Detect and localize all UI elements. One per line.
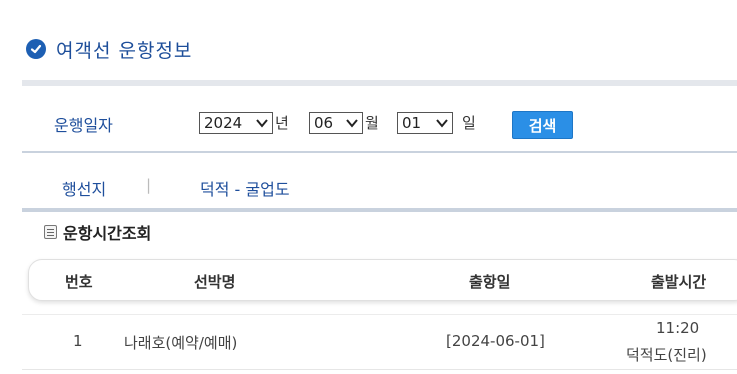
cell-ship[interactable]: 나래호(예약/예매)	[124, 332, 237, 353]
table-header: 번호 선박명 출항일 출발시간	[28, 259, 737, 301]
year-select[interactable]: 2024	[199, 112, 273, 134]
check-circle-icon	[26, 39, 46, 59]
day-value: 01	[402, 114, 422, 132]
chevron-down-icon	[346, 119, 358, 128]
cell-time: 11:20	[656, 319, 700, 337]
day-select[interactable]: 01	[397, 112, 453, 134]
list-icon	[44, 225, 57, 239]
section-title: 운항시간조회	[63, 224, 152, 243]
route-text: 덕적 - 굴업도	[200, 180, 290, 199]
page-header: 여객선 운항정보	[26, 34, 192, 64]
section-header: 운항시간조회	[44, 222, 152, 243]
month-value: 06	[314, 114, 334, 132]
cell-port: 덕적도(진리)	[626, 346, 707, 364]
column-header-date: 출항일	[469, 273, 511, 291]
cell-no: 1	[73, 332, 83, 350]
day-unit: 일	[462, 114, 476, 132]
date-row: 운행일자 2024 년 06 월 01 일 검색	[22, 86, 737, 153]
year-value: 2024	[204, 114, 243, 132]
table-row[interactable]: 1 나래호(예약/예매) [2024-06-01] 11:20 덕적도(진리)	[22, 314, 737, 370]
column-header-ship: 선박명	[194, 273, 236, 291]
month-select[interactable]: 06	[309, 112, 363, 134]
search-button[interactable]: 검색	[512, 111, 573, 139]
search-panel: 운행일자 2024 년 06 월 01 일 검색 행선지 | 덕적 - 굴업도	[22, 80, 737, 212]
destination-row: 행선지 | 덕적 - 굴업도	[22, 155, 737, 212]
cell-date: [2024-06-01]	[446, 332, 545, 350]
date-label: 운행일자	[54, 116, 113, 135]
column-header-no: 번호	[65, 273, 93, 291]
chevron-down-icon	[436, 119, 448, 128]
page-title: 여객선 운항정보	[56, 39, 193, 62]
column-header-time: 출발시간	[651, 273, 707, 291]
month-unit: 월	[365, 114, 379, 132]
destination-label: 행선지	[62, 180, 107, 199]
separator: |	[146, 176, 152, 194]
year-unit: 년	[275, 114, 289, 132]
chevron-down-icon	[256, 119, 268, 128]
